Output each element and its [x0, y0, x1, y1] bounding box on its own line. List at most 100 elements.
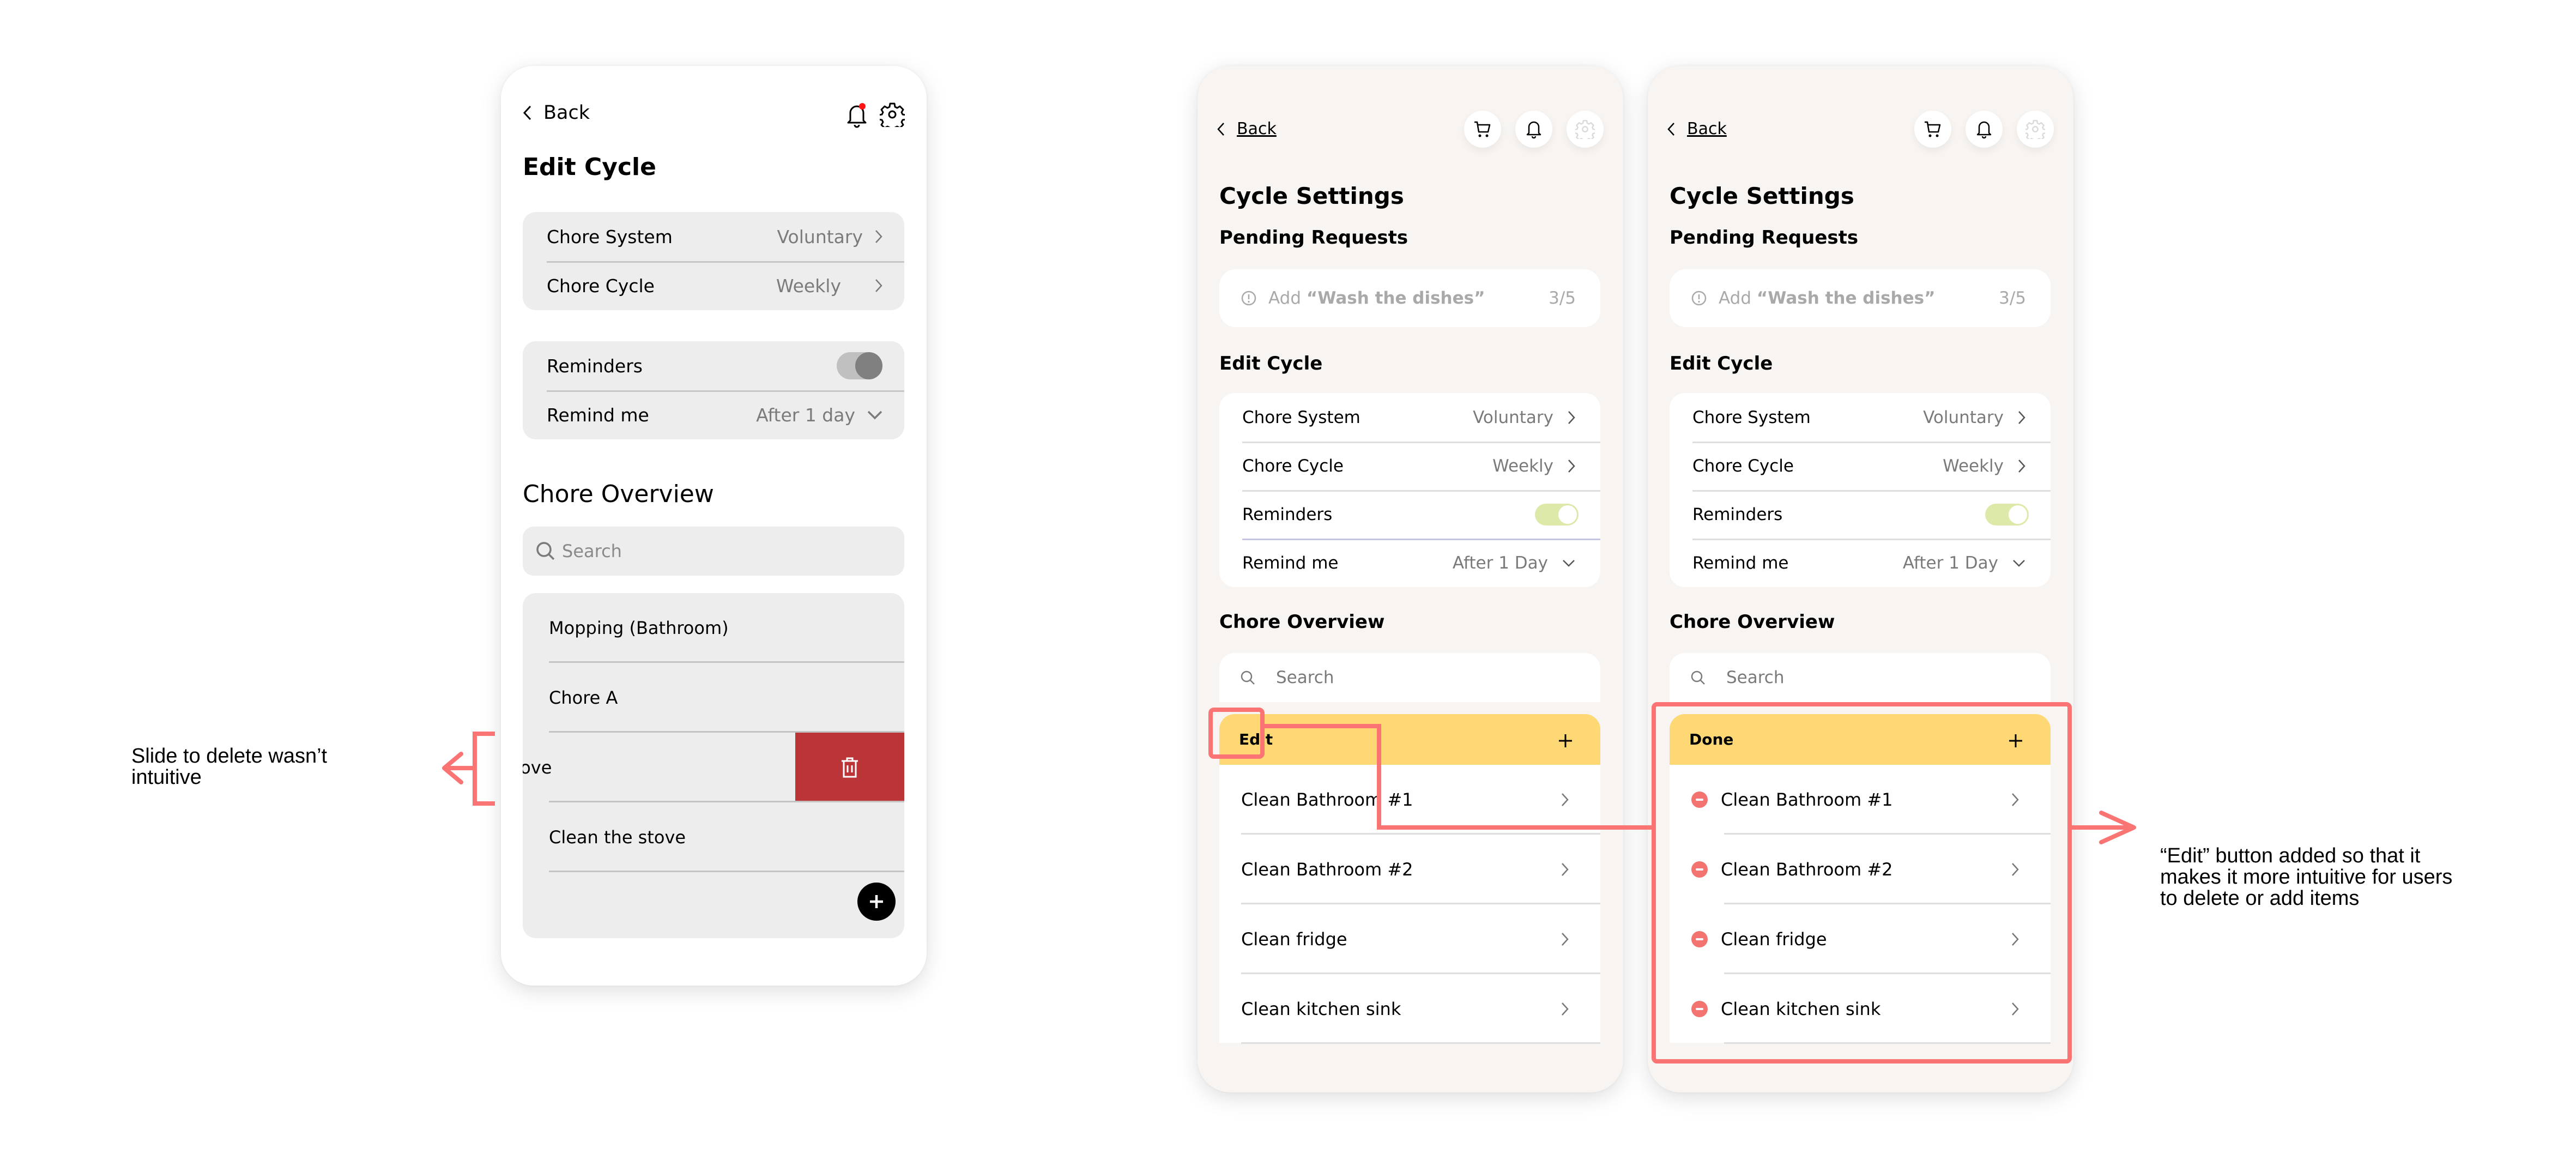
- row-label: Chore System: [1242, 407, 1360, 427]
- chevron-right-icon: [1568, 459, 1575, 473]
- pending-requests-heading: Pending Requests: [1219, 227, 1408, 249]
- item-label: Clean kitchen sink: [1721, 999, 1881, 1019]
- chevron-right-icon: [2012, 1002, 2019, 1016]
- back-label: Back: [543, 102, 590, 124]
- bell-icon[interactable]: [845, 102, 869, 130]
- edit-button[interactable]: Edit: [1239, 730, 1273, 748]
- list-item[interactable]: Clean Bathroom #2: [1670, 835, 2051, 904]
- chevron-left-icon: [1667, 122, 1674, 136]
- list-item[interactable]: Clean Bathroom #1: [1219, 765, 1600, 835]
- reminders-row: Reminders: [523, 341, 904, 390]
- list-item[interactable]: Chore A: [523, 663, 904, 733]
- add-chore-button[interactable]: [857, 883, 896, 921]
- remind-me-row[interactable]: Remind me After 1 day: [523, 390, 904, 439]
- toggle-knob: [1558, 505, 1577, 524]
- chore-system-row[interactable]: Chore System Voluntary: [1670, 393, 2051, 442]
- settings-button[interactable]: [2017, 111, 2054, 148]
- chevron-right-icon: [1562, 793, 1569, 806]
- row-label: Reminders: [1692, 504, 1783, 524]
- chore-cycle-row[interactable]: Chore Cycle Weekly: [523, 261, 904, 310]
- cycle-settings-group: Chore System Voluntary Chore Cycle Weekl…: [1670, 393, 2051, 587]
- list-item[interactable]: Clean the stove: [523, 802, 904, 872]
- add-chore-button[interactable]: [2008, 727, 2023, 753]
- chevron-right-icon: [1562, 863, 1569, 876]
- back-label: Back: [1687, 119, 1727, 138]
- remind-me-row[interactable]: Remind me After 1 Day: [1219, 539, 1600, 587]
- list-item[interactable]: Clean Bathroom #2: [1219, 835, 1600, 904]
- add-chore-button[interactable]: [1558, 727, 1573, 753]
- header-icons: [1914, 111, 2054, 148]
- chevron-right-icon: [2012, 933, 2019, 946]
- row-label: Chore Cycle: [547, 275, 655, 297]
- toggle-knob: [2009, 505, 2027, 524]
- page-title: Edit Cycle: [523, 153, 656, 181]
- reminders-toggle[interactable]: [1985, 503, 2029, 525]
- row-label: Chore System: [1692, 407, 1811, 427]
- item-label: Clean fridge: [1241, 929, 1347, 950]
- chevron-right-icon: [875, 230, 882, 243]
- row-label: Reminders: [1242, 504, 1333, 524]
- item-label: stove: [523, 757, 552, 778]
- pending-request-card[interactable]: Add “Wash the dishes” 3/5: [1670, 269, 2051, 327]
- settings-button[interactable]: [1567, 111, 1604, 148]
- request-count: 3/5: [1999, 288, 2026, 308]
- chore-cycle-row[interactable]: Chore Cycle Weekly: [1670, 442, 2051, 490]
- remove-item-icon[interactable]: [1691, 792, 1708, 808]
- item-label: Clean the stove: [549, 827, 686, 848]
- row-label: Chore Cycle: [1692, 456, 1794, 476]
- chevron-right-icon: [875, 279, 882, 292]
- remove-item-icon[interactable]: [1691, 861, 1708, 878]
- request-count: 3/5: [1549, 288, 1576, 308]
- reminders-row: Reminders: [1219, 490, 1600, 539]
- bell-button[interactable]: [1515, 111, 1552, 148]
- back-button[interactable]: Back: [523, 102, 590, 124]
- chore-system-row[interactable]: Chore System Voluntary: [523, 212, 904, 261]
- list-item[interactable]: Clean fridge: [1670, 904, 2051, 974]
- row-value: Voluntary: [1473, 407, 1553, 427]
- annotation-slide-to-delete: Slide to delete wasn’t intuitive: [131, 745, 328, 789]
- reminders-toggle[interactable]: [837, 352, 882, 379]
- remind-me-row[interactable]: Remind me After 1 Day: [1670, 539, 2051, 587]
- plus-icon: [2009, 734, 2022, 747]
- bell-icon: [1976, 121, 1992, 138]
- chore-cycle-row[interactable]: Chore Cycle Weekly: [1219, 442, 1600, 490]
- delete-button[interactable]: [795, 733, 904, 802]
- row-label: Chore Cycle: [1242, 456, 1344, 476]
- search-input[interactable]: Search: [523, 527, 904, 576]
- back-button[interactable]: Back: [1217, 119, 1277, 138]
- chore-system-row[interactable]: Chore System Voluntary: [1219, 393, 1600, 442]
- reminders-toggle[interactable]: [1535, 503, 1579, 525]
- cart-icon: [1474, 121, 1491, 137]
- notification-dot: [859, 103, 866, 110]
- search-input[interactable]: Search: [1219, 653, 1600, 702]
- search-icon: [1241, 670, 1255, 685]
- cart-button[interactable]: [1464, 111, 1501, 148]
- list-item[interactable]: Mopping (Bathroom): [523, 593, 904, 663]
- list-item[interactable]: Clean kitchen sink: [1670, 974, 2051, 1044]
- list-item[interactable]: Clean fridge: [1219, 904, 1600, 974]
- edit-cycle-heading: Edit Cycle: [1670, 353, 1773, 374]
- item-label: Clean kitchen sink: [1241, 999, 1401, 1019]
- cart-button[interactable]: [1914, 111, 1951, 148]
- list-item[interactable]: Clean kitchen sink: [1219, 974, 1600, 1044]
- chore-list: Clean Bathroom #1 Clean Bathroom #2 Clea…: [1219, 765, 1600, 1044]
- back-button[interactable]: Back: [1667, 119, 1727, 138]
- search-input[interactable]: Search: [1670, 653, 2051, 702]
- remove-item-icon[interactable]: [1691, 931, 1708, 947]
- swiped-list-item[interactable]: stove: [523, 733, 904, 802]
- pending-requests-heading: Pending Requests: [1670, 227, 1859, 249]
- chevron-right-icon: [1568, 410, 1575, 424]
- remove-item-icon[interactable]: [1691, 1001, 1708, 1017]
- page-title: Cycle Settings: [1670, 183, 1854, 209]
- done-button[interactable]: Done: [1689, 730, 1733, 748]
- row-label: Reminders: [547, 355, 643, 377]
- gear-icon[interactable]: [878, 102, 907, 132]
- pending-request-card[interactable]: Add “Wash the dishes” 3/5: [1219, 269, 1600, 327]
- bell-button[interactable]: [1966, 111, 2003, 148]
- chore-list: Mopping (Bathroom) Chore A stove Clean t…: [523, 593, 904, 938]
- row-value: Weekly: [1943, 456, 2004, 476]
- list-item[interactable]: Clean Bathroom #1: [1670, 765, 2051, 835]
- item-label: Clean Bathroom #2: [1721, 859, 1893, 880]
- left-bracket: [473, 732, 495, 806]
- request-prefix: Add: [1268, 288, 1302, 308]
